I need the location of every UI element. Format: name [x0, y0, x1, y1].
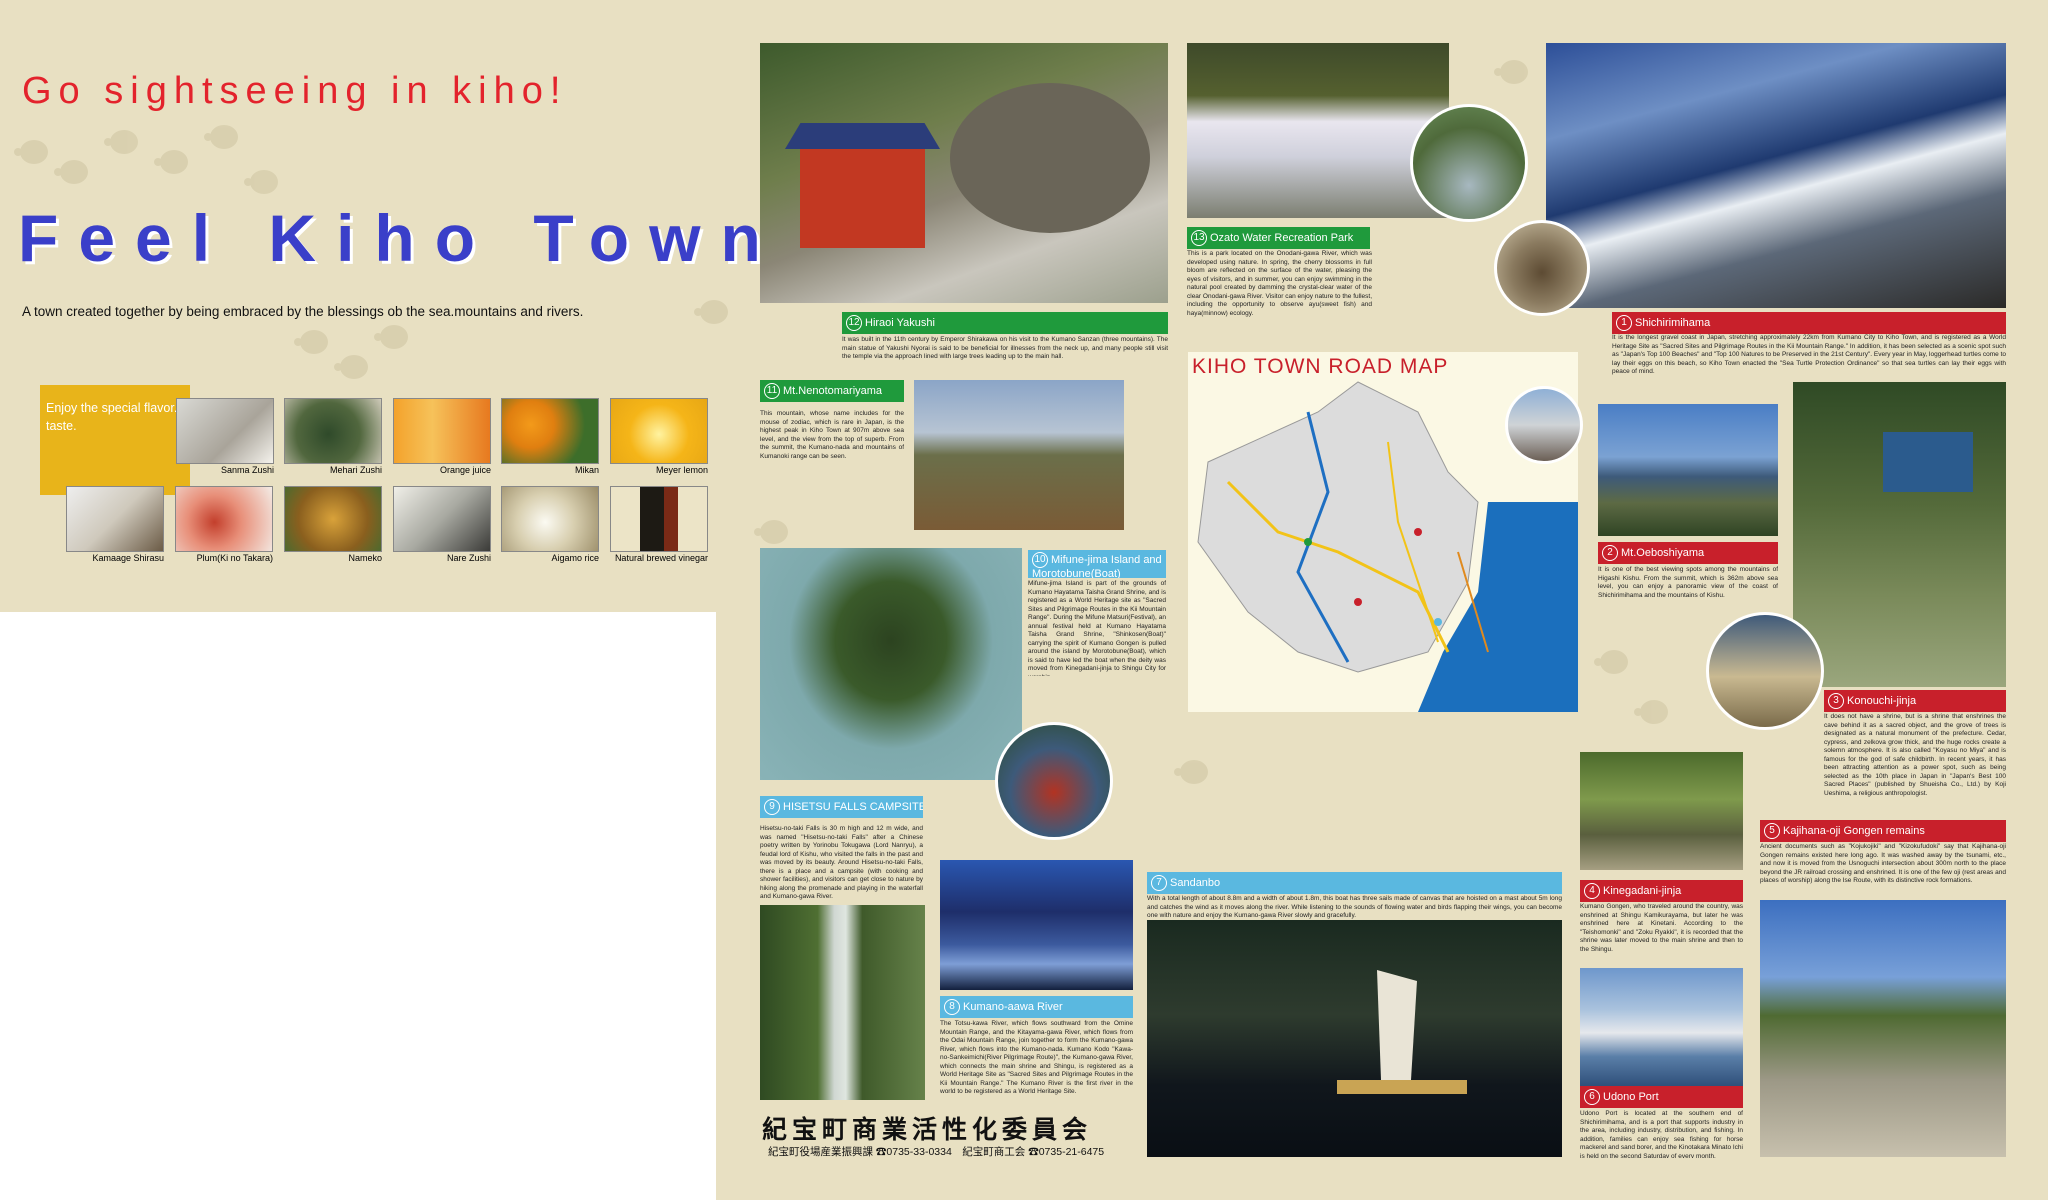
photo-konouchi-shrine-inset [1706, 612, 1824, 730]
spot-header-mt-nenotomariyama: 11 Mt.Nenotomariyama [760, 380, 904, 402]
spot-text-kinegadani-jinja: Kumano Gongen, who traveled around the c… [1580, 903, 1743, 953]
spot-header-hiraoi-yakushi: 12 Hiraoi Yakushi [842, 312, 1168, 334]
photo-mifune-jima [760, 548, 1022, 780]
spot-header-hisetsu-falls: 9 HISETSU FALLS CAMPSITE [760, 796, 923, 818]
photo-hisetsu-falls [760, 905, 925, 1100]
photo-mt-nenotomariyama [914, 380, 1124, 530]
spot-header-konouchi-jinja: 3 Konouchi-jinja [1824, 690, 2006, 712]
photo-morotobune-inset [995, 722, 1113, 840]
photo-sea-turtle-inset [1494, 220, 1590, 316]
special-flavor-box: Enjoy the special flavor. taste. [40, 385, 190, 495]
product-nameko: Nameko [284, 486, 382, 563]
product-natural-brewed-vinegar: Natural brewed vinegar [610, 486, 708, 563]
product-plum: Plum(Ki no Takara) [175, 486, 273, 563]
product-sanma-zushi: Sanma Zushi [176, 398, 274, 475]
spot-header-mt-oeboshiyama: 2 Mt.Oeboshiyama [1598, 542, 1778, 564]
spot-text-konouchi-jinja: It does not have a shrine, but is a shri… [1824, 713, 2006, 797]
slogan: Go sightseeing in kiho! [22, 70, 568, 112]
photo-ozato-river-inset [1410, 104, 1528, 222]
spot-text-sandanbo: With a total length of about 8.8m and a … [1147, 895, 1562, 919]
product-orange-juice: Orange juice [393, 398, 491, 475]
spot-text-kumano-aawa-river: The Totsu-kawa River, which flows southw… [940, 1020, 1133, 1095]
product-meyer-lemon: Meyer lemon [610, 398, 708, 475]
road-map-title: KIHO TOWN ROAD MAP [1192, 355, 1449, 378]
spot-header-kajihana-oji: 5 Kajihana-oji Gongen remains [1760, 820, 2006, 842]
spot-header-mifune-jima: 10 Mifune-jima Island and Morotobune(Boat… [1028, 550, 1166, 578]
product-nare-zushi: Nare Zushi [393, 486, 491, 563]
subtitle: A town created together by being embrace… [22, 304, 584, 319]
photo-sandanbo [1147, 920, 1562, 1157]
spot-header-kinegadani-jinja: 4 Kinegadani-jinja [1580, 880, 1743, 902]
spot-text-kajihana-oji: Ancient documents such as "Kojukojiki" a… [1760, 843, 2006, 884]
product-aigamo-rice: Aigamo rice [501, 486, 599, 563]
product-mikan: Mikan [501, 398, 599, 475]
spot-header-udono-port: 6 Udono Port [1580, 1086, 1743, 1108]
page-title: Feel Kiho Town [18, 201, 781, 275]
spot-header-kumano-aawa-river: 8 Kumano-aawa River [940, 996, 1133, 1018]
photo-kumano-aawa-river [940, 860, 1133, 990]
spot-text-mt-nenotomariyama: This mountain, whose name includes for t… [760, 410, 904, 460]
spot-text-mt-oeboshiyama: It is one of the best viewing spots amon… [1598, 566, 1778, 599]
photo-ozato-park [1187, 43, 1449, 218]
special-flavor-text: Enjoy the special flavor. taste. [46, 401, 178, 433]
product-kamaage-shirasu: Kamaage Shirasu [66, 486, 164, 563]
footer-contact: 紀宝町役場産業振興課 ☎0735-33-0334 紀宝町商工会 ☎0735-21… [768, 1146, 1105, 1158]
photo-shichirimihama [1546, 43, 2006, 308]
spot-header-sandanbo: 7 Sandanbo [1147, 872, 1562, 894]
spot-text-hiraoi-yakushi: It was built in the 11th century by Empe… [842, 336, 1168, 360]
photo-kinegadani-jinja [1580, 752, 1743, 870]
product-mehari-zushi: Mehari Zushi [284, 398, 382, 475]
photo-mt-oeboshiyama [1598, 404, 1778, 536]
photo-hiraoi-yakushi [760, 43, 1168, 303]
photo-kajihana-oji [1760, 900, 2006, 1157]
spot-text-shichirimihama: It is the longest gravel coast in Japan,… [1612, 334, 2006, 375]
photo-udono-port [1580, 968, 1743, 1086]
spot-text-mifune-jima: Mifune-jima Island is part of the ground… [1028, 580, 1166, 676]
footer-organization: 紀宝町商業活性化委員会 [762, 1116, 1093, 1144]
spot-text-ozato-park: This is a park located on the Onodani-ga… [1187, 250, 1372, 317]
spot-text-udono-port: Udono Port is located at the southern en… [1580, 1110, 1743, 1158]
spot-header-shichirimihama: 1 Shichirimihama [1612, 312, 2006, 334]
photo-konouchi-jinja [1793, 382, 2006, 687]
spot-text-hisetsu-falls: Hisetsu-no-taki Falls is 30 m high and 1… [760, 825, 923, 900]
spot-header-ozato-park: 13 Ozato Water Recreation Park [1187, 227, 1370, 249]
photo-station-inset [1505, 386, 1583, 464]
